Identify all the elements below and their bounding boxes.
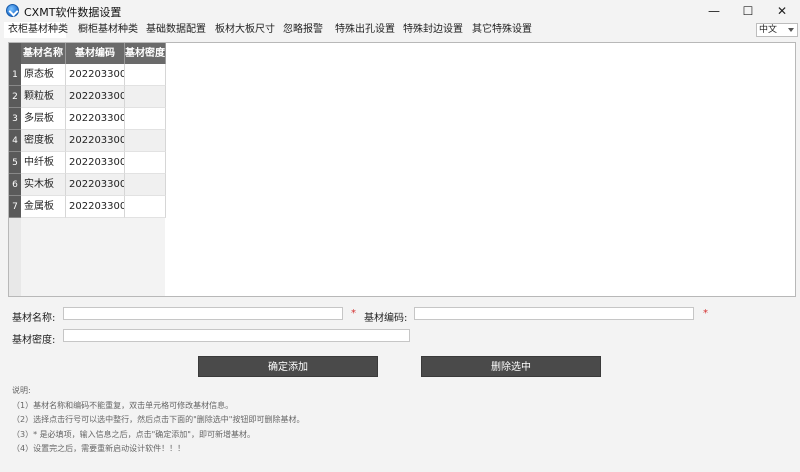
- density-label: 基材密度:: [12, 335, 56, 346]
- row-number[interactable]: 3: [9, 108, 21, 130]
- row-number[interactable]: 1: [9, 64, 21, 86]
- cell-code[interactable]: 20220330006: [66, 174, 125, 196]
- chevron-down-icon: [788, 28, 794, 32]
- cell-code[interactable]: 20220330004: [66, 130, 125, 152]
- cell-name[interactable]: 中纤板: [21, 152, 66, 174]
- tab-wardrobe-material[interactable]: 衣柜基材种类: [4, 22, 68, 38]
- close-button[interactable]: ✕: [765, 0, 799, 22]
- code-input[interactable]: [414, 307, 694, 320]
- name-label: 基材名称:: [12, 313, 56, 324]
- tab-special-hole[interactable]: 特殊出孔设置: [335, 22, 395, 38]
- grid-empty-area: [165, 43, 795, 296]
- instruction-item: （3）* 是必填项，输入信息之后，点击"确定添加"，即可新增基材。: [12, 429, 255, 439]
- required-mark: *: [351, 308, 356, 319]
- instruction-item: （4）设置完之后，需要重新启动设计软件！！！: [12, 444, 186, 454]
- cell-name[interactable]: 颗粒板: [21, 86, 66, 108]
- row-number[interactable]: 4: [9, 130, 21, 152]
- window-title: CXMT软件数据设置: [24, 6, 122, 19]
- material-grid[interactable]: 基材名称 基材编码 基材密度 1 原态板 20220330001 2 颗粒板 2…: [8, 42, 796, 297]
- tab-special-edge[interactable]: 特殊封边设置: [403, 22, 463, 38]
- row-number[interactable]: 5: [9, 152, 21, 174]
- delete-selected-button[interactable]: 删除选中: [421, 356, 601, 377]
- instructions-title: 说明:: [12, 386, 31, 395]
- cell-name[interactable]: 实木板: [21, 174, 66, 196]
- cell-density[interactable]: [125, 64, 166, 86]
- add-button[interactable]: 确定添加: [198, 356, 378, 377]
- name-input[interactable]: [63, 307, 343, 320]
- maximize-button[interactable]: ☐: [731, 0, 765, 22]
- row-number[interactable]: 6: [9, 174, 21, 196]
- column-header-name[interactable]: 基材名称: [21, 43, 66, 64]
- cell-density[interactable]: [125, 130, 166, 152]
- tab-cabinet-material[interactable]: 橱柜基材种类: [78, 22, 138, 38]
- density-input[interactable]: [63, 329, 410, 342]
- cell-code[interactable]: 20220330001: [66, 64, 125, 86]
- instruction-item: （1）基材名称和编码不能重复，双击单元格可修改基材信息。: [12, 400, 234, 410]
- cell-name[interactable]: 密度板: [21, 130, 66, 152]
- instructions: 说明: （1）基材名称和编码不能重复，双击单元格可修改基材信息。 （2）选择点击…: [12, 384, 304, 457]
- column-header-code[interactable]: 基材编码: [66, 43, 125, 64]
- cell-density[interactable]: [125, 174, 166, 196]
- tab-other-special[interactable]: 其它特殊设置: [472, 22, 532, 38]
- tab-board-size[interactable]: 板材大板尺寸: [215, 22, 275, 38]
- cell-name[interactable]: 多层板: [21, 108, 66, 130]
- minimize-button[interactable]: —: [697, 0, 731, 22]
- row-number[interactable]: 2: [9, 86, 21, 108]
- cell-code[interactable]: 20220330005: [66, 152, 125, 174]
- cell-density[interactable]: [125, 196, 166, 218]
- cell-density[interactable]: [125, 86, 166, 108]
- column-header-density[interactable]: 基材密度: [125, 43, 166, 64]
- cell-name[interactable]: 金属板: [21, 196, 66, 218]
- tab-bar: 衣柜基材种类 橱柜基材种类 基础数据配置 板材大板尺寸 忽略报警 特殊出孔设置 …: [0, 22, 800, 38]
- app-logo-icon: [6, 4, 19, 17]
- instruction-item: （2）选择点击行号可以选中整行，然后点击下面的"删除选中"按钮即可删除基材。: [12, 415, 305, 425]
- cell-code[interactable]: 20220330010: [66, 196, 125, 218]
- grid-corner: [9, 43, 21, 64]
- language-selected: 中文: [759, 25, 778, 35]
- title-bar: CXMT软件数据设置 — ☐ ✕: [0, 0, 800, 22]
- grid-row-header-strip: [9, 218, 21, 296]
- cell-density[interactable]: [125, 152, 166, 174]
- cell-name[interactable]: 原态板: [21, 64, 66, 86]
- cell-density[interactable]: [125, 108, 166, 130]
- cell-code[interactable]: 20220330003: [66, 108, 125, 130]
- code-label: 基材编码:: [364, 313, 408, 324]
- required-mark: *: [703, 308, 708, 319]
- cell-code[interactable]: 20220330002: [66, 86, 125, 108]
- tab-basic-data[interactable]: 基础数据配置: [146, 22, 206, 38]
- tab-ignore-alarm[interactable]: 忽略报警: [283, 22, 323, 38]
- row-number[interactable]: 7: [9, 196, 21, 218]
- language-select[interactable]: 中文: [756, 23, 798, 37]
